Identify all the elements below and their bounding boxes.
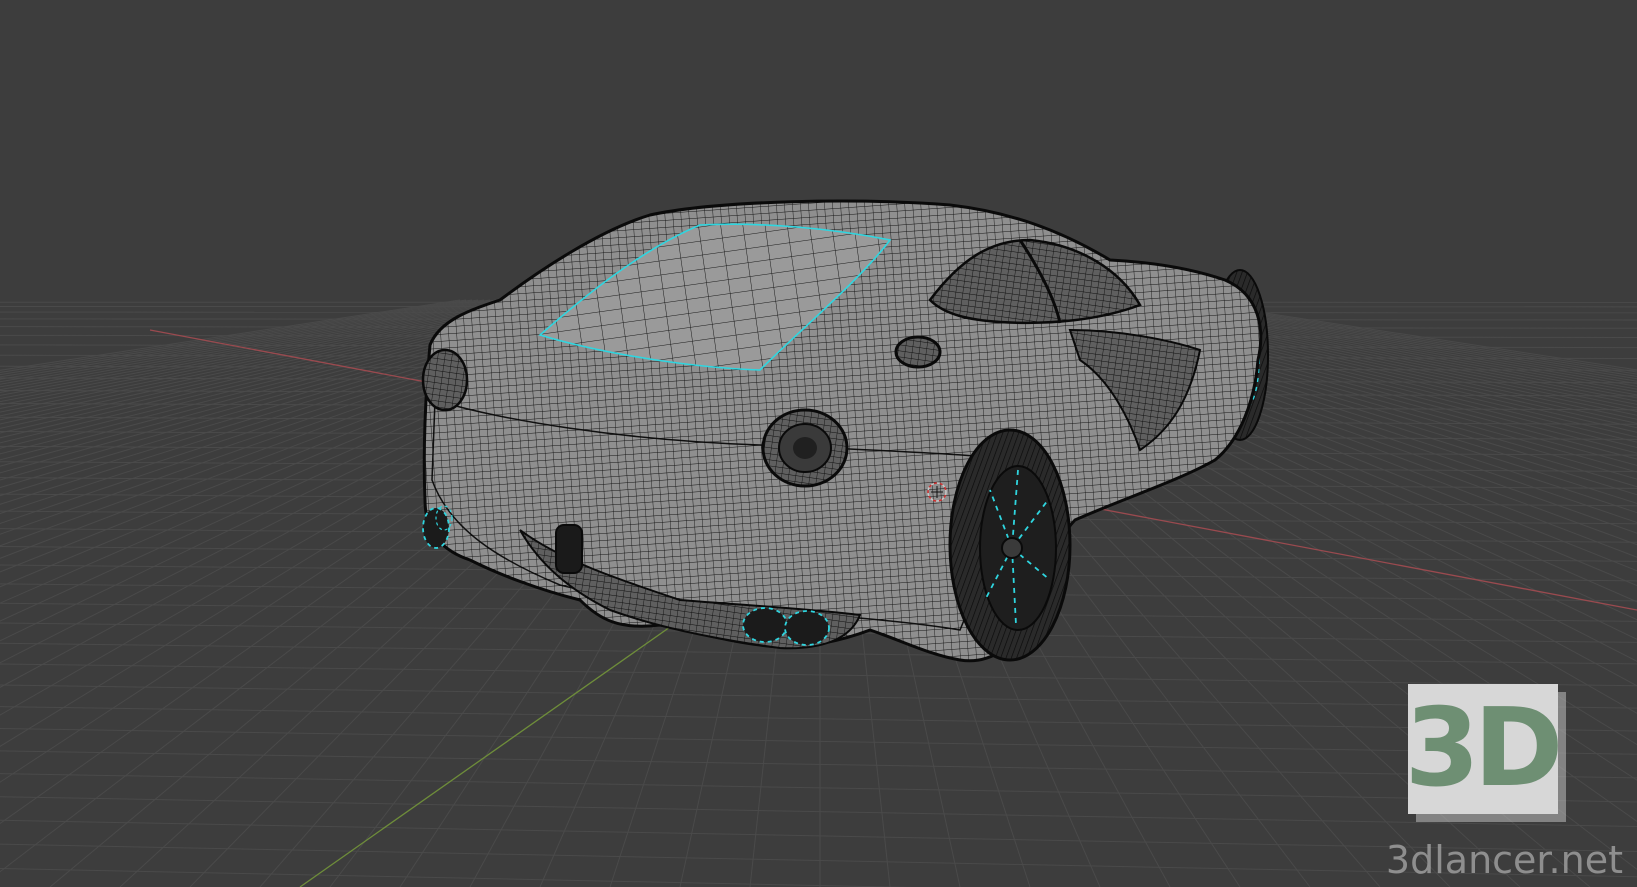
3d-viewport[interactable]: 3D 3dlancer.net [0,0,1637,887]
grid-line [0,796,1637,828]
grid-line [0,684,1637,709]
watermark-site-text: 3dlancer.net [1385,838,1623,882]
grid-line [0,750,1637,779]
grid-line [0,728,1637,755]
watermark-3d-logo: 3D [1404,684,1566,822]
watermark-logo-text: 3D [1404,686,1564,811]
grid-line [0,706,1637,732]
watermark-face: 3D [1404,684,1564,814]
car-model[interactable] [421,199,1269,663]
rear-left-wheel [948,428,1072,662]
grid-line [0,773,1637,803]
viewport-scene[interactable] [0,0,1637,887]
grid-line [0,299,497,385]
fuel-cap [894,335,942,369]
left-taillight [421,348,469,412]
license-recess [555,524,583,574]
right-taillight [761,408,849,488]
grid-line [0,663,1637,687]
